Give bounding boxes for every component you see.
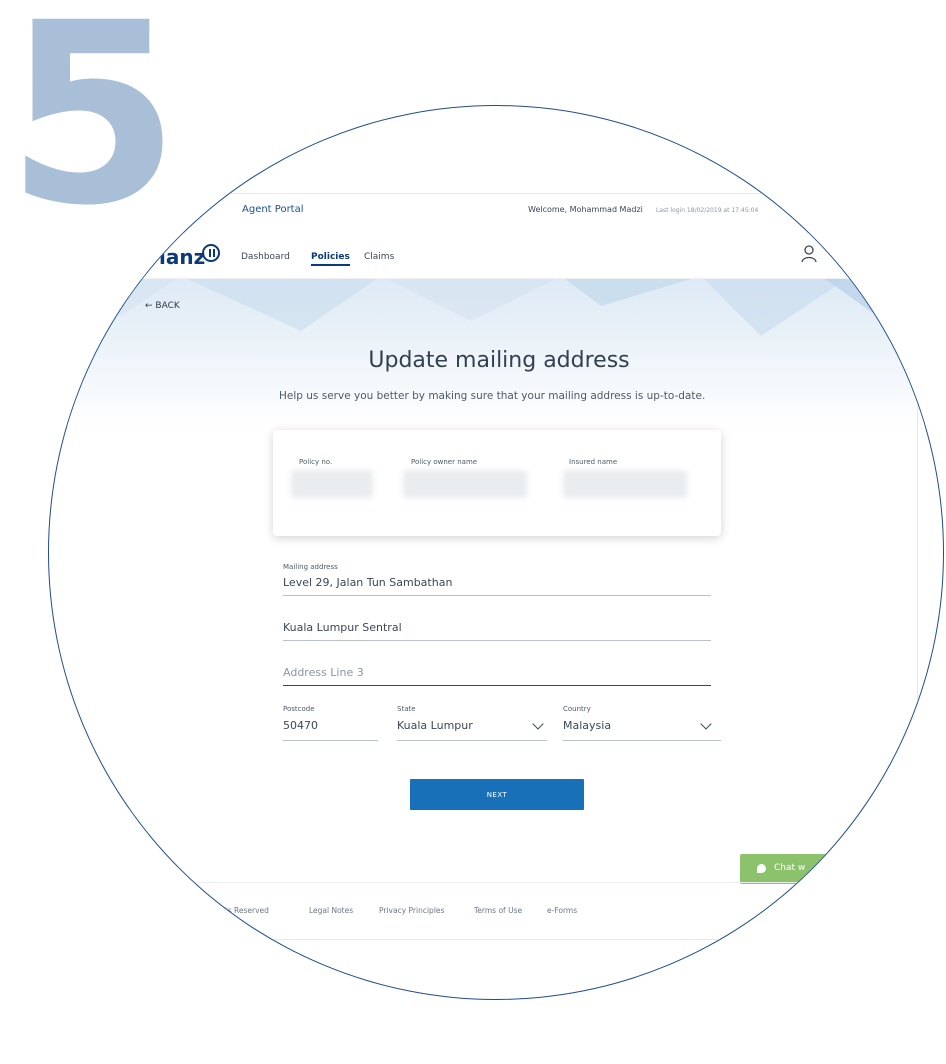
next-button[interactable]: NEXT <box>410 779 584 810</box>
insured-name-value-redacted <box>563 470 687 498</box>
mailing-address-label: Mailing address <box>283 563 338 571</box>
back-link[interactable]: ← BACK <box>145 301 180 311</box>
policy-owner-value-redacted <box>403 470 527 498</box>
address-line2-underline <box>283 640 711 641</box>
nav-claims[interactable]: Claims <box>364 252 394 262</box>
agent-portal-screen: Agent Portal Welcome, Mohammad Madzi Las… <box>49 106 943 999</box>
footer-bottom-divider <box>216 939 887 940</box>
app-name[interactable]: Agent Portal <box>242 204 304 215</box>
insured-name-label: Insured name <box>569 458 618 466</box>
content-right-border <box>917 279 918 879</box>
country-chevron-down-icon[interactable] <box>700 718 712 730</box>
postcode-label: Postcode <box>283 705 315 713</box>
country-label: Country <box>563 705 591 713</box>
brand-logo-text[interactable]: ianz <box>159 245 205 269</box>
footer-divider <box>49 882 943 883</box>
state-underline <box>397 740 547 741</box>
policy-no-label: Policy no. <box>299 458 333 466</box>
postcode-input[interactable]: 50470 <box>283 719 318 732</box>
page-title: Update mailing address <box>368 348 630 373</box>
footer-legal-notes-link[interactable]: Legal Notes <box>309 906 353 915</box>
nav-divider <box>49 278 943 279</box>
address-line3-underline <box>283 685 711 686</box>
address-line2-input[interactable]: Kuala Lumpur Sentral <box>283 621 402 634</box>
address-line1-input[interactable]: Level 29, Jalan Tun Sambathan <box>283 576 452 589</box>
state-chevron-down-icon[interactable] <box>532 718 544 730</box>
nav-policies[interactable]: Policies <box>311 252 350 266</box>
brand-logo-icon[interactable] <box>202 244 220 262</box>
address-line3-input[interactable]: Address Line 3 <box>283 666 364 679</box>
screenshot-circle-frame: Agent Portal Welcome, Mohammad Madzi Las… <box>48 105 944 1000</box>
chat-button[interactable]: Chat w <box>740 854 850 884</box>
footer-rights-reserved: hts Reserved <box>220 906 269 915</box>
user-profile-icon[interactable] <box>801 245 817 263</box>
state-label: State <box>397 705 416 713</box>
postcode-underline <box>283 740 378 741</box>
policy-owner-label: Policy owner name <box>411 458 478 466</box>
policy-no-value-redacted <box>291 470 373 498</box>
last-login-text: Last login 18/02/2019 at 17:45:04 <box>656 207 759 214</box>
footer-terms-link[interactable]: Terms of Use <box>474 906 522 915</box>
address-line1-underline <box>283 595 711 596</box>
state-select[interactable]: Kuala Lumpur <box>397 719 473 732</box>
nav-dashboard[interactable]: Dashboard <box>241 252 290 262</box>
topbar-divider <box>216 193 943 194</box>
chat-button-label: Chat w <box>774 863 806 873</box>
welcome-text: Welcome, Mohammad Madzi <box>528 205 643 214</box>
country-select[interactable]: Malaysia <box>563 719 611 732</box>
page-subtitle: Help us serve you better by making sure … <box>279 390 706 402</box>
chat-bubble-icon <box>757 864 766 873</box>
policy-summary-card: Policy no. Policy owner name Insured nam… <box>273 430 721 536</box>
country-underline <box>563 740 721 741</box>
footer-privacy-link[interactable]: Privacy Principles <box>379 906 444 915</box>
footer-eforms-link[interactable]: e-Forms <box>547 906 577 915</box>
